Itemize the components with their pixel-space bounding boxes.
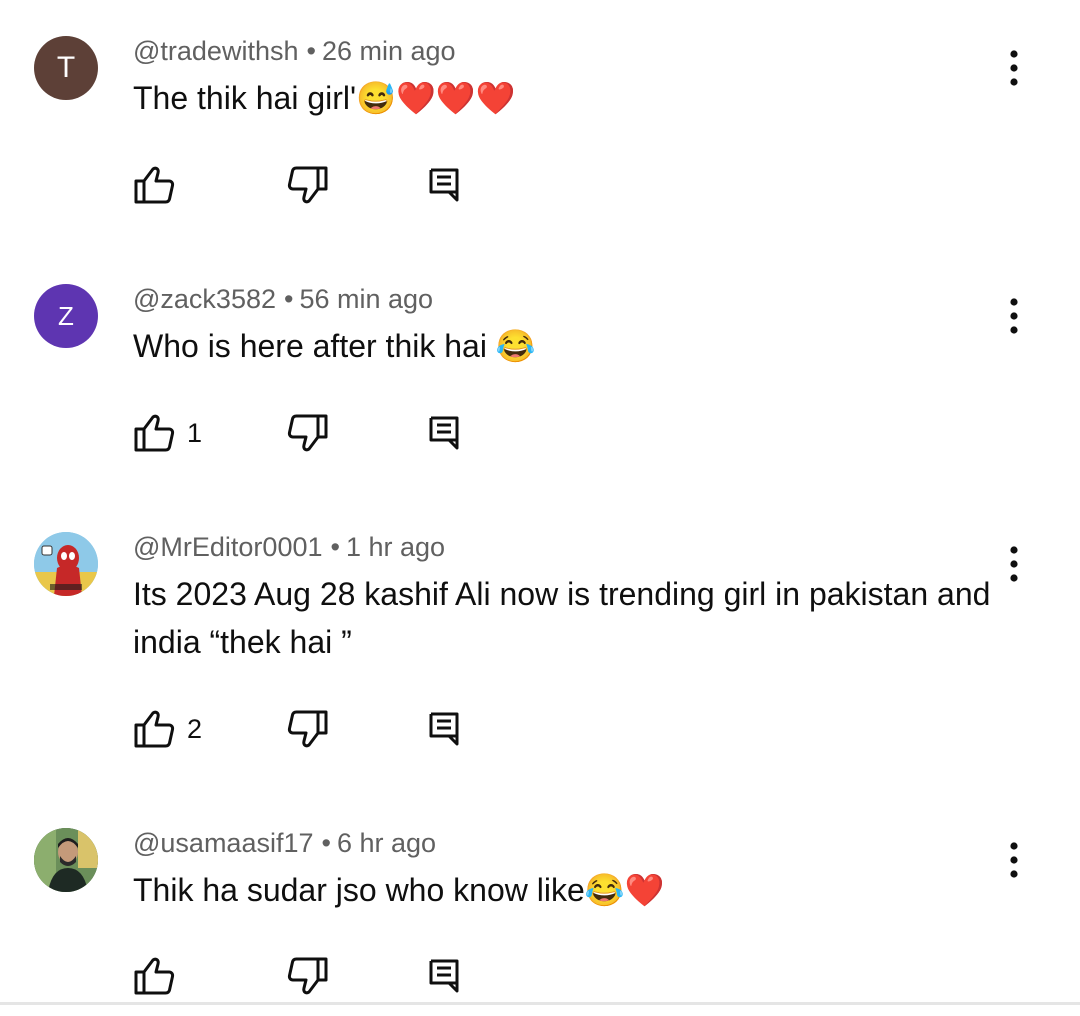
comment-meta: @MrEditor0001 • 1 hr ago: [133, 532, 446, 562]
thumb-up-icon: [134, 957, 175, 995]
thumb-up-icon: [134, 166, 175, 204]
thumb-down-icon: [287, 414, 328, 452]
avatar[interactable]: Z: [34, 284, 98, 348]
thumb-down-icon: [287, 710, 328, 748]
more-vertical-icon: [1010, 298, 1018, 334]
comment-text: The thik hai girl'😅❤️❤️❤️: [133, 80, 516, 116]
more-vertical-icon: [1010, 842, 1018, 878]
avatar-initial: Z: [58, 300, 74, 331]
divider: [0, 1002, 1080, 1005]
comment-menu-button[interactable]: [994, 291, 1034, 341]
thumb-down-icon: [287, 166, 328, 204]
avatar-image: [34, 532, 98, 596]
comment-menu-button[interactable]: [994, 835, 1034, 885]
avatar[interactable]: [34, 828, 98, 892]
like-button[interactable]: [133, 954, 187, 998]
comment-text: Thik ha sudar jso who know like😂❤️: [133, 872, 665, 908]
comment-actions: [133, 954, 493, 998]
comment-meta: @zack3582 • 56 min ago: [133, 284, 434, 314]
like-button[interactable]: [133, 163, 187, 207]
comment-actions: 1: [133, 411, 493, 455]
more-vertical-icon: [1010, 546, 1018, 582]
avatar[interactable]: [34, 532, 98, 596]
comment-menu-button[interactable]: [994, 43, 1034, 93]
comment-time[interactable]: 6 hr ago: [337, 828, 436, 858]
comment-actions: [133, 163, 493, 207]
like-button[interactable]: 2: [133, 707, 202, 751]
comment-actions: 2: [133, 707, 493, 751]
comments-list: T @tradewithsh • 26 min ago The thik hai g…: [0, 0, 1080, 1016]
reply-button[interactable]: [428, 411, 460, 455]
thumb-up-icon: [134, 414, 175, 452]
reply-comment-icon: [429, 712, 459, 746]
comment-username[interactable]: @tradewithsh: [133, 36, 298, 66]
comment-username[interactable]: @zack3582: [133, 284, 276, 314]
comment-time[interactable]: 56 min ago: [299, 284, 433, 314]
reply-comment-icon: [429, 168, 459, 202]
reply-comment-icon: [429, 959, 459, 993]
comment-text: Who is here after thik hai 😂: [133, 328, 536, 364]
like-count: 2: [187, 713, 203, 744]
like-count: 1: [187, 417, 203, 448]
dislike-button[interactable]: [287, 163, 329, 207]
more-vertical-icon: [1010, 50, 1018, 86]
thumb-down-icon: [287, 957, 328, 995]
avatar[interactable]: T: [34, 36, 98, 100]
like-button[interactable]: 1: [133, 411, 202, 455]
thumb-up-icon: [134, 710, 175, 748]
dislike-button[interactable]: [287, 707, 329, 751]
reply-button[interactable]: [428, 163, 460, 207]
comment-username[interactable]: @usamaasif17: [133, 828, 314, 858]
avatar-image: [34, 828, 98, 892]
reply-button[interactable]: [428, 707, 460, 751]
comment-time[interactable]: 1 hr ago: [346, 532, 445, 562]
comment-meta: @tradewithsh • 26 min ago: [133, 36, 456, 66]
dislike-button[interactable]: [287, 411, 329, 455]
reply-comment-icon: [429, 416, 459, 450]
reply-button[interactable]: [428, 954, 460, 998]
comment-text: Its 2023 Aug 28 kashif Ali now is trendi…: [133, 576, 991, 660]
avatar-initial: T: [56, 51, 76, 84]
comment-time[interactable]: 26 min ago: [322, 36, 456, 66]
dislike-button[interactable]: [287, 954, 329, 998]
comment-meta: @usamaasif17 • 6 hr ago: [133, 828, 437, 858]
comment-menu-button[interactable]: [994, 539, 1034, 589]
comment-username[interactable]: @MrEditor0001: [133, 532, 323, 562]
